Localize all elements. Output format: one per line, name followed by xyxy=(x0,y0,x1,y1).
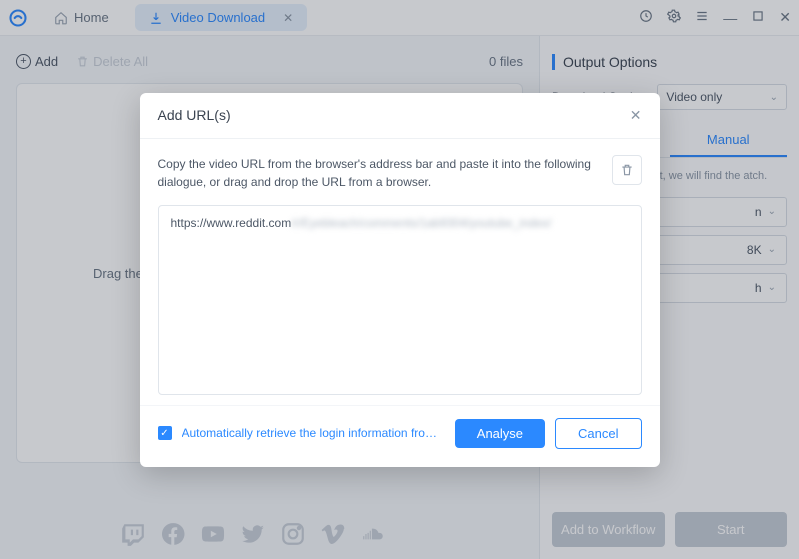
auto-retrieve-label: Automatically retrieve the login informa… xyxy=(182,426,445,440)
modal-description: Copy the video URL from the browser's ad… xyxy=(158,155,642,191)
clear-urls-button[interactable] xyxy=(612,155,642,185)
modal-close-icon[interactable]: ✕ xyxy=(630,107,642,124)
add-url-modal: Add URL(s) ✕ Copy the video URL from the… xyxy=(140,93,660,467)
modal-title: Add URL(s) xyxy=(158,107,231,123)
trash-icon xyxy=(620,163,634,177)
cancel-button[interactable]: Cancel xyxy=(555,418,641,449)
url-textarea[interactable]: https://www.reddit.com/r/Eyebleach/comme… xyxy=(158,205,642,395)
modal-header: Add URL(s) ✕ xyxy=(140,93,660,139)
modal-overlay: Add URL(s) ✕ Copy the video URL from the… xyxy=(0,0,799,559)
url-visible: https://www.reddit.com xyxy=(171,216,292,230)
analyse-button[interactable]: Analyse xyxy=(455,419,545,448)
modal-footer: ✓ Automatically retrieve the login infor… xyxy=(140,405,660,467)
auto-retrieve-checkbox[interactable]: ✓ xyxy=(158,426,172,440)
modal-body: Copy the video URL from the browser's ad… xyxy=(140,139,660,405)
url-blurred: /r/Eyebleach/comments/1ab9304/youtube_in… xyxy=(291,216,551,230)
